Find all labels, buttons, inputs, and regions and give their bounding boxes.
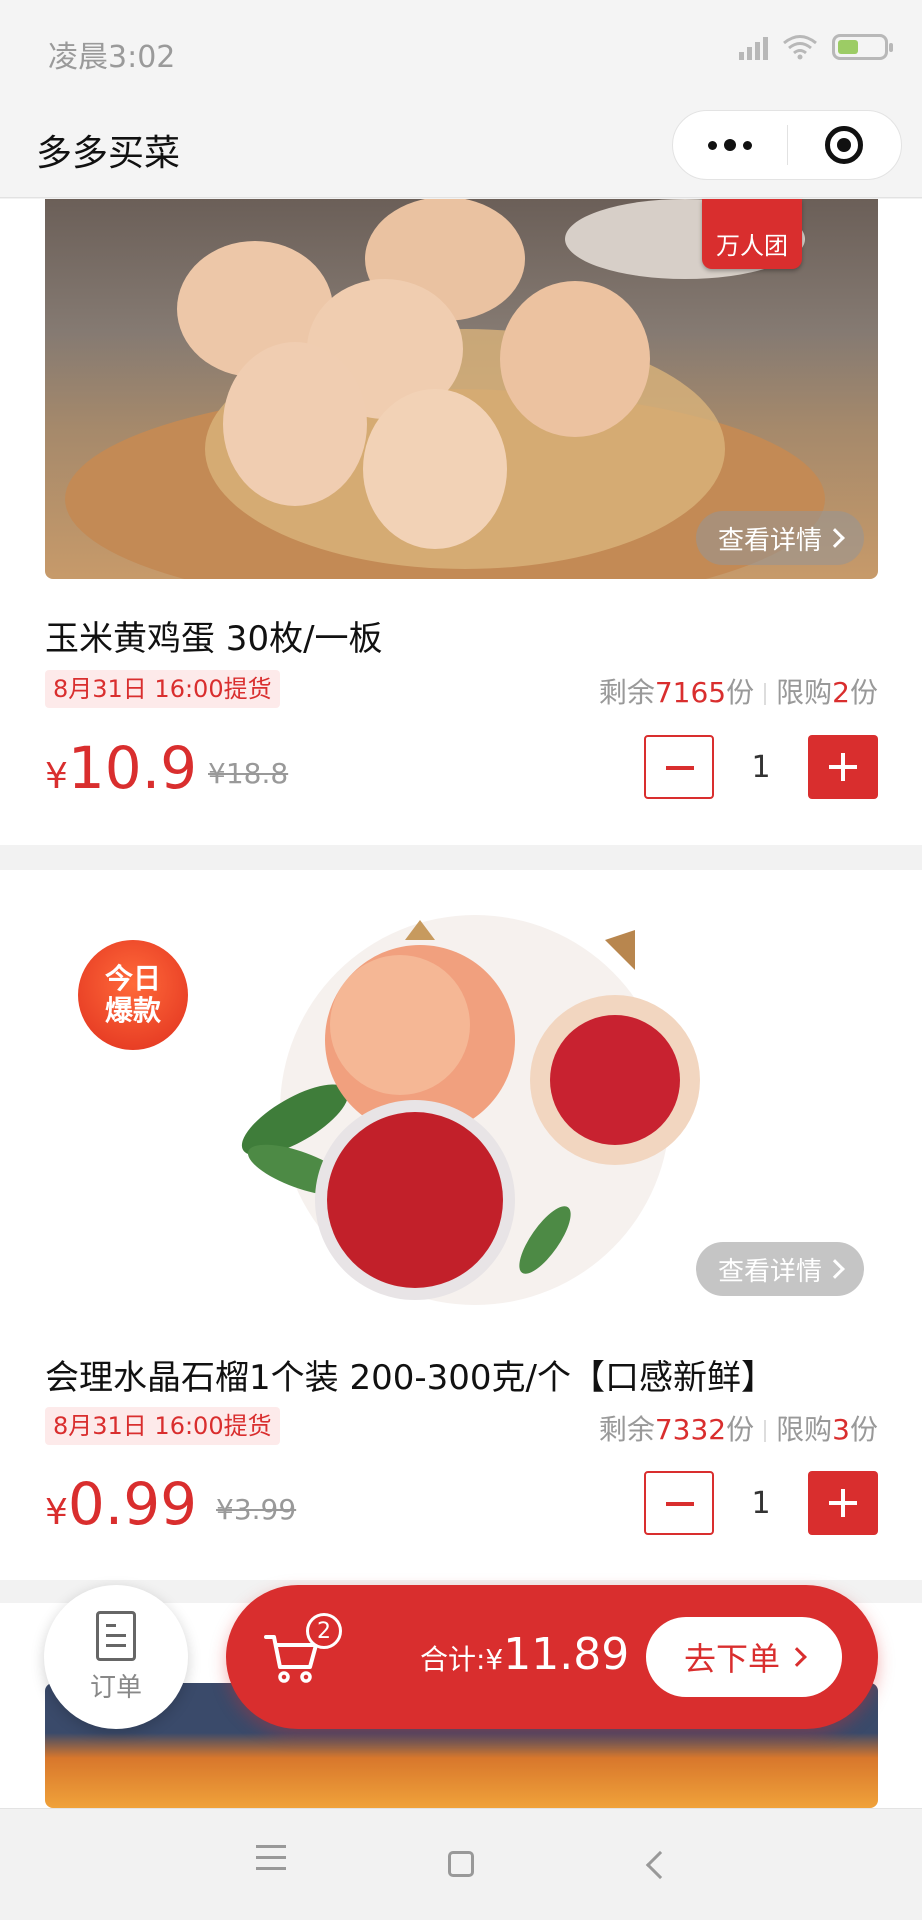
orders-button[interactable]: 订单 <box>44 1585 188 1729</box>
total-label: 合计:¥ <box>420 1643 504 1676</box>
checkout-label: 去下单 <box>683 1640 780 1678</box>
close-mini-program-button[interactable] <box>788 111 902 179</box>
original-price: ¥18.8 <box>208 757 289 790</box>
view-details-label: 查看详情 <box>717 525 822 556</box>
stock-prefix: 剩余 <box>598 676 655 709</box>
product-title[interactable]: 会理水晶石榴1个装 200-300克/个【口感新鲜】 <box>45 1350 775 1399</box>
menu-icon[interactable] <box>256 1845 286 1878</box>
wifi-icon <box>783 35 817 60</box>
battery-icon <box>832 34 893 60</box>
cart-count-badge: 2 <box>306 1613 342 1649</box>
group-buy-badge: 万人团 <box>702 199 802 269</box>
quantity-stepper: 1 <box>644 1471 878 1535</box>
chevron-right-icon <box>787 1647 807 1667</box>
stock-unit: 份 <box>726 676 755 709</box>
nav-bar: 多多买菜 <box>0 100 922 198</box>
order-icon <box>96 1610 136 1661</box>
stock-info: 剩余7165份 限购2份 <box>599 671 878 711</box>
cart-total: 合计:¥11.89 <box>420 1629 629 1680</box>
checkout-button[interactable]: 去下单 <box>646 1617 842 1697</box>
quantity-stepper: 1 <box>644 735 878 799</box>
view-details-label: 查看详情 <box>717 1256 822 1287</box>
cart-bar[interactable]: 2 合计:¥11.89 去下单 <box>226 1585 878 1729</box>
price-value: 10.9 <box>67 734 198 802</box>
limit-prefix: 限购 <box>776 1413 833 1446</box>
chevron-right-icon <box>825 1259 845 1279</box>
pickup-time-tag: 8月31日 16:00提货 <box>45 670 280 708</box>
app-screen: 凌晨3:02 多多买菜 查看详情 万人团 玉米黄鸡蛋 30枚/一板 8月31日 … <box>0 0 922 1920</box>
hot-item-badge-label: 今日爆款 <box>104 962 161 1027</box>
original-price: ¥3.99 <box>216 1493 297 1526</box>
divider <box>764 1420 767 1442</box>
decrease-quantity-button[interactable] <box>644 1471 714 1535</box>
back-icon[interactable] <box>645 1850 675 1880</box>
product-card[interactable]: 查看详情 万人团 玉米黄鸡蛋 30枚/一板 8月31日 16:00提货 剩余71… <box>0 199 922 845</box>
product-title[interactable]: 玉米黄鸡蛋 30枚/一板 <box>45 611 383 660</box>
home-icon[interactable] <box>448 1851 474 1877</box>
system-nav-bar <box>0 1808 922 1920</box>
currency-symbol: ¥ <box>45 756 68 797</box>
stock-prefix: 剩余 <box>598 1413 655 1446</box>
page-title: 多多买菜 <box>36 133 181 174</box>
current-price: ¥0.99 <box>45 1470 197 1538</box>
view-details-button[interactable]: 查看详情 <box>695 511 864 565</box>
increase-quantity-button[interactable] <box>808 735 878 799</box>
price-value: 0.99 <box>67 1470 198 1538</box>
stock-value: 7332 <box>654 1413 727 1446</box>
mini-program-capsule <box>672 110 902 180</box>
limit-prefix: 限购 <box>776 676 833 709</box>
increase-quantity-button[interactable] <box>808 1471 878 1535</box>
more-button[interactable] <box>673 111 787 179</box>
divider <box>764 683 767 705</box>
chevron-right-icon <box>825 528 845 548</box>
target-icon <box>825 126 864 164</box>
orders-label: 订单 <box>89 1672 142 1703</box>
currency-symbol: ¥ <box>45 1492 68 1533</box>
more-icon <box>707 139 752 151</box>
limit-unit: 份 <box>849 676 878 709</box>
decrease-quantity-button[interactable] <box>644 735 714 799</box>
view-details-button[interactable]: 查看详情 <box>695 1242 864 1296</box>
quantity-value[interactable]: 1 <box>714 1486 808 1521</box>
signal-icon <box>739 34 768 60</box>
hot-item-badge: 今日爆款 <box>78 940 188 1050</box>
product-card[interactable]: 查看详情 今日爆款 会理水晶石榴1个装 200-300克/个【口感新鲜】 8月3… <box>0 870 922 1580</box>
stock-value: 7165 <box>654 676 727 709</box>
limit-value: 2 <box>832 676 850 709</box>
stock-unit: 份 <box>726 1413 755 1446</box>
stock-info: 剩余7332份 限购3份 <box>599 1408 878 1448</box>
status-bar: 凌晨3:02 <box>0 0 922 100</box>
limit-unit: 份 <box>849 1413 878 1446</box>
total-value: 11.89 <box>503 1629 630 1680</box>
quantity-value[interactable]: 1 <box>714 750 808 785</box>
status-time: 凌晨3:02 <box>48 40 176 75</box>
limit-value: 3 <box>832 1413 850 1446</box>
status-icons <box>739 34 893 60</box>
current-price: ¥10.9 <box>45 734 197 802</box>
pickup-time-tag: 8月31日 16:00提货 <box>45 1407 280 1445</box>
